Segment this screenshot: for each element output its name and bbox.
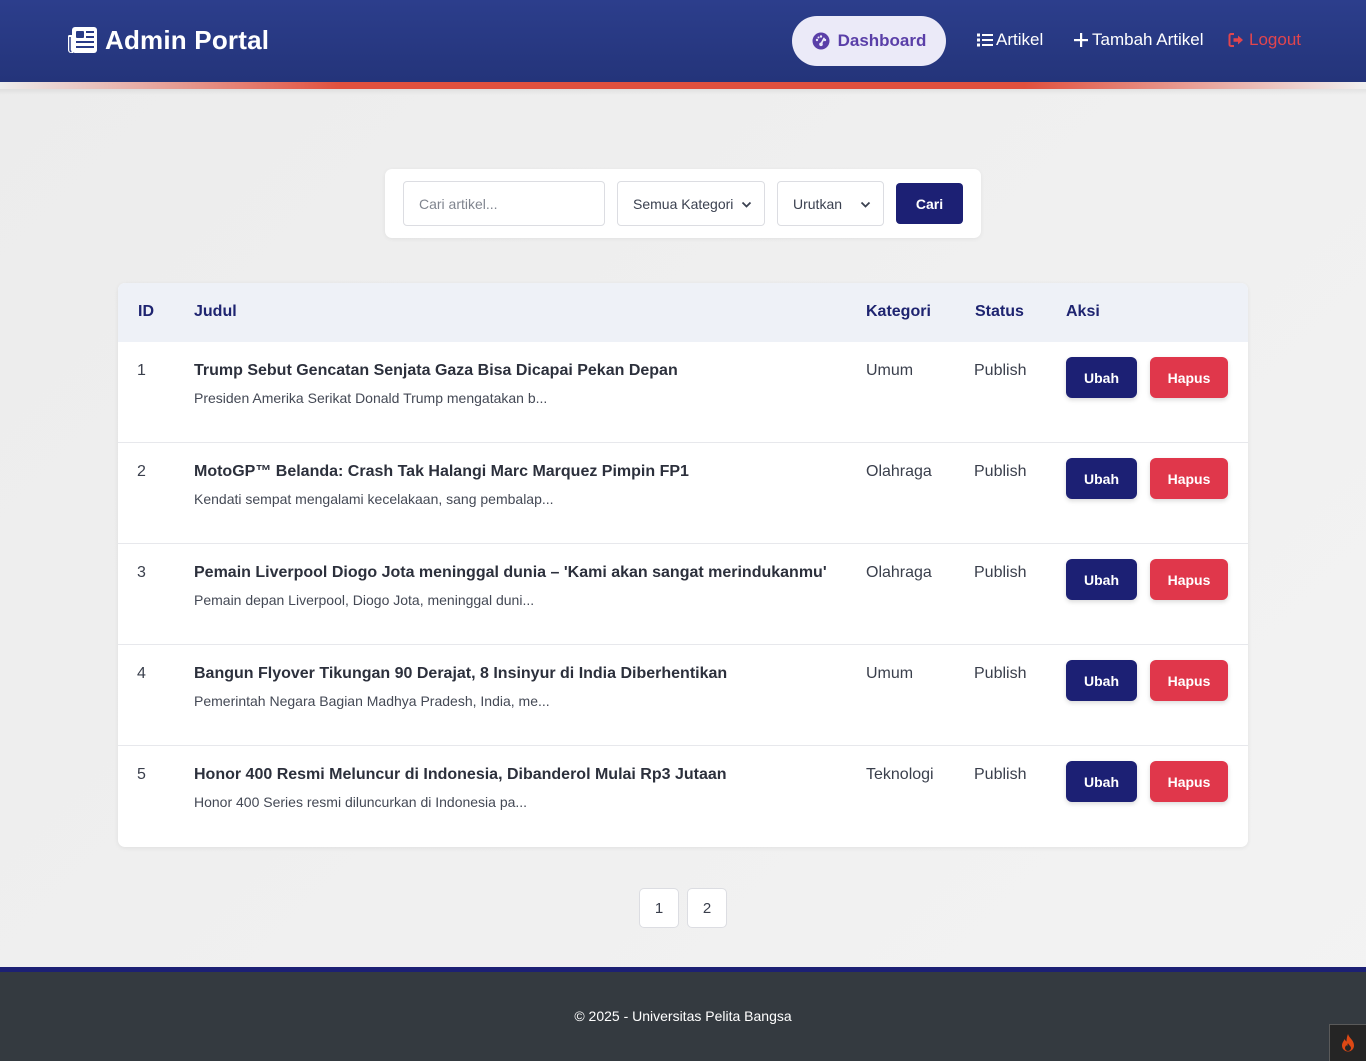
row-status: Publish — [974, 766, 1027, 783]
row-excerpt: Honor 400 Series resmi diluncurkan di In… — [194, 794, 528, 810]
articles-table: ID Judul Kategori Status Aksi 1 Trump Se… — [118, 283, 1248, 847]
list-icon — [977, 33, 993, 47]
nav-logout[interactable]: Logout — [1228, 29, 1301, 51]
sign-out-icon — [1228, 33, 1243, 47]
urutkan-select-value: Urutkan — [793, 195, 843, 212]
kategori-select[interactable]: Semua Kategori — [617, 181, 765, 226]
row-excerpt: Presiden Amerika Serikat Donald Trump me… — [194, 390, 548, 406]
row-status: Publish — [974, 665, 1027, 682]
brand-title: Admin Portal — [105, 24, 270, 55]
delete-button[interactable]: Hapus — [1150, 357, 1228, 398]
brand[interactable]: Admin Portal — [67, 24, 269, 56]
row-kategori: Olahraga — [866, 463, 932, 480]
search-button[interactable]: Cari — [896, 183, 963, 224]
newspaper-icon — [68, 27, 97, 53]
row-excerpt: Kendati sempat mengalami kecelakaan, san… — [194, 491, 554, 507]
nav-artikel-label: Artikel — [996, 30, 1044, 49]
row-kategori: Teknologi — [866, 766, 934, 783]
nav-artikel[interactable]: Artikel — [977, 29, 1043, 51]
row-id: 1 — [137, 362, 146, 379]
plus-icon — [1074, 33, 1088, 47]
urutkan-select[interactable]: Urutkan — [777, 181, 884, 226]
pagination-page-1[interactable]: 1 — [639, 888, 679, 928]
row-excerpt: Pemain depan Liverpool, Diogo Jota, meni… — [194, 592, 535, 608]
chevron-down-icon — [741, 201, 752, 208]
nav-logout-label: Logout — [1249, 30, 1301, 49]
nav-tambah-artikel[interactable]: Tambah Artikel — [1073, 29, 1204, 51]
debug-toolbar-toggle[interactable] — [1329, 1024, 1366, 1061]
edit-button[interactable]: Ubah — [1066, 660, 1137, 701]
table-row: 2 MotoGP™ Belanda: Crash Tak Halangi Mar… — [118, 443, 1248, 544]
row-title: Bangun Flyover Tikungan 90 Derajat, 8 In… — [194, 665, 728, 682]
row-id: 2 — [137, 463, 146, 480]
gauge-icon — [812, 32, 830, 50]
delete-button[interactable]: Hapus — [1150, 761, 1228, 802]
kategori-select-value: Semua Kategori — [633, 195, 734, 212]
row-id: 5 — [137, 766, 146, 783]
row-id: 3 — [137, 564, 146, 581]
table-header: ID Judul Kategori Status Aksi — [118, 283, 1248, 342]
nav-tambah-artikel-label: Tambah Artikel — [1092, 30, 1204, 49]
column-header-id: ID — [138, 303, 154, 320]
row-title: MotoGP™ Belanda: Crash Tak Halangi Marc … — [194, 463, 689, 480]
row-title: Honor 400 Resmi Meluncur di Indonesia, D… — [194, 766, 727, 783]
navbar-accent-line — [0, 82, 1366, 89]
row-kategori: Umum — [866, 362, 914, 379]
row-title: Pemain Liverpool Diogo Jota meninggal du… — [194, 564, 827, 581]
delete-button[interactable]: Hapus — [1150, 458, 1228, 499]
nav-dashboard[interactable]: Dashboard — [792, 16, 946, 66]
row-status: Publish — [974, 463, 1027, 480]
column-header-judul: Judul — [194, 303, 237, 320]
navbar-shadow — [0, 89, 1366, 95]
search-form: Semua Kategori Urutkan Cari — [385, 169, 981, 238]
table-row: 4 Bangun Flyover Tikungan 90 Derajat, 8 … — [118, 645, 1248, 746]
search-input[interactable] — [403, 181, 605, 226]
delete-button[interactable]: Hapus — [1150, 660, 1228, 701]
table-row: 3 Pemain Liverpool Diogo Jota meninggal … — [118, 544, 1248, 645]
row-status: Publish — [974, 362, 1027, 379]
nav-dashboard-label: Dashboard — [837, 31, 927, 50]
row-title: Trump Sebut Gencatan Senjata Gaza Bisa D… — [194, 362, 678, 379]
row-id: 4 — [137, 665, 146, 682]
table-row: 5 Honor 400 Resmi Meluncur di Indonesia,… — [118, 746, 1248, 847]
delete-button[interactable]: Hapus — [1150, 559, 1228, 600]
chevron-down-icon — [860, 201, 871, 208]
column-header-status: Status — [975, 303, 1024, 320]
row-status: Publish — [974, 564, 1027, 581]
column-header-aksi: Aksi — [1066, 303, 1100, 320]
table-row: 1 Trump Sebut Gencatan Senjata Gaza Bisa… — [118, 342, 1248, 443]
footer-copyright: © 2025 - Universitas Pelita Bangsa — [574, 1008, 792, 1024]
row-kategori: Umum — [866, 665, 914, 682]
edit-button[interactable]: Ubah — [1066, 559, 1137, 600]
footer: © 2025 - Universitas Pelita Bangsa — [0, 972, 1366, 1061]
edit-button[interactable]: Ubah — [1066, 761, 1137, 802]
edit-button[interactable]: Ubah — [1066, 458, 1137, 499]
column-header-kategori: Kategori — [866, 303, 931, 320]
navbar: Admin Portal Dashboard Artikel Tambah Ar… — [0, 0, 1366, 82]
row-excerpt: Pemerintah Negara Bagian Madhya Pradesh,… — [194, 693, 550, 709]
pagination-page-2[interactable]: 2 — [687, 888, 727, 928]
flame-icon — [1342, 1034, 1354, 1052]
edit-button[interactable]: Ubah — [1066, 357, 1137, 398]
row-kategori: Olahraga — [866, 564, 932, 581]
